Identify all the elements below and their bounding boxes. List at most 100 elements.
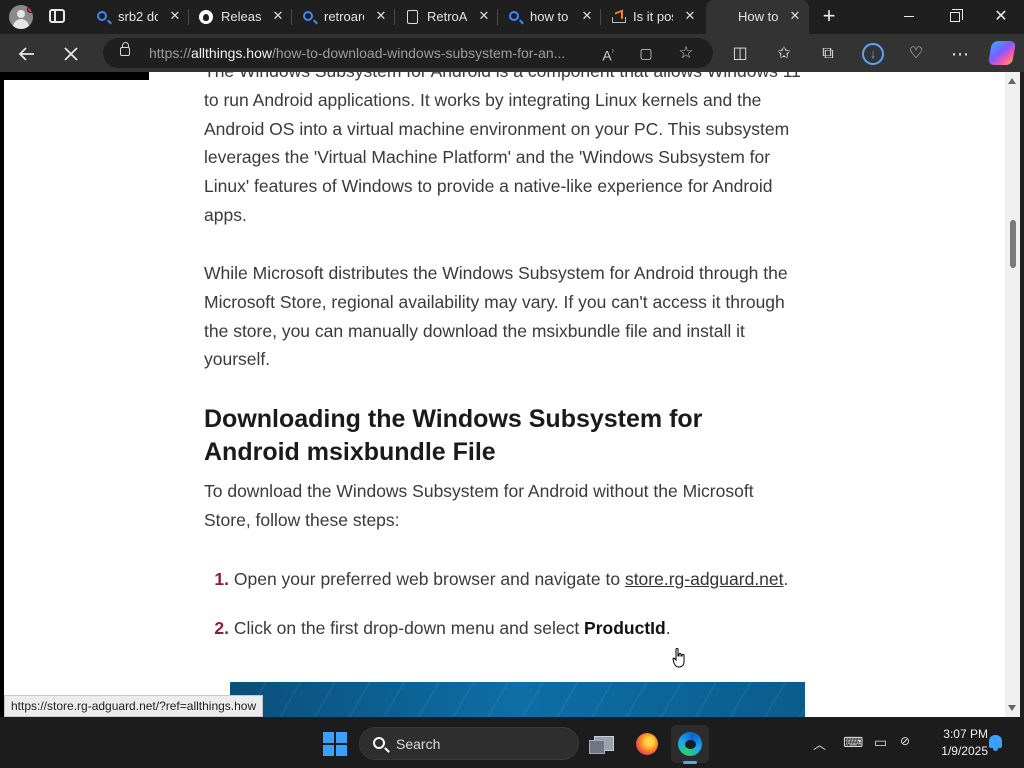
restore-icon [950, 9, 963, 22]
search-icon [373, 737, 385, 749]
favorites-button[interactable]: ✩ [770, 40, 798, 68]
article-screenshot-image [230, 682, 805, 717]
edge-taskbar-button[interactable] [671, 725, 709, 764]
close-icon[interactable]: ✕ [579, 8, 595, 24]
search-icon [96, 10, 110, 24]
step-text: Open your preferred web browser and navi… [233, 569, 625, 589]
tab-label: srb2 do [118, 9, 158, 24]
heart-pulse-icon: ♡ [908, 45, 924, 62]
page-scrollbar[interactable] [1005, 72, 1020, 717]
volume-muted-icon[interactable]: ⊘ [900, 734, 910, 748]
clock-time: 3:07 PM [943, 727, 988, 741]
copilot-icon[interactable] [987, 41, 1017, 65]
tab-how-to-active[interactable]: How to ✕ [706, 0, 809, 34]
web-page-viewport: The Windows Subsystem for Android is a c… [4, 72, 1005, 717]
steps-intro-paragraph: To download the Windows Subsystem for An… [204, 481, 754, 530]
tab-label: RetroAr [427, 9, 467, 24]
github-icon [199, 10, 213, 24]
tab-srb2[interactable]: srb2 do ✕ [86, 0, 189, 34]
keyboard-icon[interactable]: ⌨ [843, 734, 863, 751]
clock-date: 1/9/2025 [941, 744, 988, 758]
scrollbar-thumb[interactable] [1010, 220, 1016, 268]
edge-icon [678, 732, 702, 756]
hand-pointer-cursor-icon [672, 648, 685, 668]
step-bold-term: ProductId [584, 618, 666, 638]
stackoverflow-icon [611, 10, 626, 24]
tab-label: retroarc [324, 9, 364, 24]
windows-taskbar: Search ︿ ⌨ ▭ ⊘ 3:07 PM 1/9/2025 [0, 717, 1024, 768]
show-hidden-icons-chevron-icon[interactable]: ︿ [813, 734, 826, 753]
intro-paragraph: The Windows Subsystem for Android is a c… [204, 72, 801, 225]
address-bar[interactable]: https://allthings.how/how-to-download-wi… [103, 38, 713, 68]
more-dots-icon: ⋯ [951, 44, 969, 64]
favorite-star-icon[interactable]: ☆ [676, 43, 696, 63]
new-tab-button[interactable]: + [819, 5, 839, 27]
step-number: 1. [214, 569, 229, 589]
tab-retroarch-search[interactable]: retroarc ✕ [292, 0, 395, 34]
search-icon [302, 10, 316, 24]
close-window-button[interactable]: ✕ [978, 0, 1024, 34]
lock-icon[interactable] [120, 42, 130, 56]
close-icon[interactable]: ✕ [476, 8, 492, 24]
tab-release[interactable]: Release ✕ [189, 0, 292, 34]
tab-how-to-search[interactable]: how to ✕ [498, 0, 601, 34]
tab-label: how to [530, 9, 569, 24]
split-screen-button[interactable]: ◫ [726, 40, 754, 68]
split-screen-icon: ◫ [732, 45, 748, 62]
minimize-button[interactable] [886, 0, 932, 34]
step-number: 2. [214, 618, 229, 638]
minimize-icon [904, 16, 914, 17]
system-clock[interactable]: 3:07 PM 1/9/2025 [924, 726, 988, 760]
close-icon[interactable]: ✕ [270, 8, 286, 24]
collections-button[interactable]: ⧉ [814, 40, 842, 68]
browser-essentials-button[interactable]: ♡ [902, 40, 930, 68]
downloads-icon[interactable]: ↓ [862, 43, 884, 65]
task-view-button[interactable] [585, 725, 623, 763]
notifications-bell-icon[interactable] [989, 735, 1002, 751]
stop-loading-button[interactable] [57, 40, 85, 68]
distribution-paragraph: While Microsoft distributes the Windows … [204, 263, 788, 370]
search-icon [508, 10, 522, 24]
adguard-store-link[interactable]: store.rg-adguard.net [625, 569, 784, 589]
step-text: Click on the first drop-down menu and se… [233, 618, 585, 638]
stop-icon [64, 47, 78, 61]
profile-avatar-icon[interactable] [9, 5, 33, 29]
scroll-up-arrow-icon[interactable] [1008, 78, 1016, 84]
back-button[interactable] [13, 40, 41, 68]
task-view-icon [589, 736, 614, 754]
network-icon[interactable]: ▭ [874, 734, 887, 751]
url-text[interactable]: https://allthings.how/how-to-download-wi… [149, 45, 579, 61]
close-icon[interactable]: ✕ [167, 8, 183, 24]
close-icon[interactable]: ✕ [373, 8, 389, 24]
step-text-end: . [783, 569, 789, 589]
close-icon[interactable]: ✕ [682, 8, 698, 24]
firefox-icon [636, 733, 658, 755]
section-heading: Downloading the Windows Subsystem for An… [204, 405, 703, 466]
step-text-end: . [665, 618, 671, 638]
step-1: 1. Open your preferred web browser and n… [204, 565, 804, 593]
firefox-taskbar-button[interactable] [628, 725, 666, 763]
tab-is-it-possible[interactable]: Is it pos ✕ [601, 0, 704, 34]
restore-button[interactable] [932, 0, 978, 34]
immersive-reader-icon[interactable]: ▢ [636, 43, 656, 63]
taskbar-search-label: Search [396, 736, 441, 752]
taskbar-search-box[interactable]: Search [359, 727, 579, 760]
favorites-icon: ✩ [777, 45, 791, 62]
back-arrow-icon [18, 47, 34, 61]
tab-label: How to [738, 9, 778, 24]
tab-label: Release [221, 9, 261, 24]
browser-tab-strip: srb2 do ✕ Release ✕ retroarc ✕ RetroAr ✕… [0, 0, 1024, 34]
url-host: allthings.how [191, 45, 272, 61]
tab-actions-icon[interactable] [49, 9, 65, 23]
read-aloud-icon[interactable]: A⁾ [598, 43, 618, 64]
settings-more-button[interactable]: ⋯ [946, 40, 974, 68]
status-bar-link-preview: https://store.rg-adguard.net/?ref=allthi… [4, 695, 264, 717]
close-icon[interactable]: ✕ [787, 8, 803, 24]
collections-icon: ⧉ [822, 45, 834, 62]
url-path: /how-to-download-windows-subsystem-for-a… [271, 45, 566, 61]
scroll-down-arrow-icon[interactable] [1008, 705, 1016, 711]
page-nav-fragment [4, 72, 149, 80]
start-button[interactable] [323, 732, 347, 756]
tab-retroarch[interactable]: RetroAr ✕ [395, 0, 498, 34]
document-icon [405, 10, 419, 24]
